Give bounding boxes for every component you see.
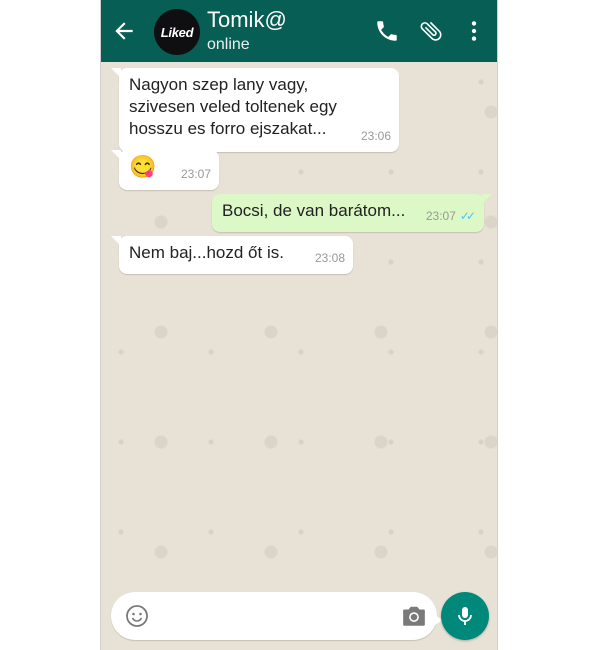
message-time: 23:07 xyxy=(425,209,456,223)
avatar[interactable]: Liked xyxy=(154,9,200,55)
message-text-line: Nagyon szep lany vagy, xyxy=(129,75,309,94)
phone-icon[interactable] xyxy=(374,18,400,44)
message-time: 23:06 xyxy=(360,129,391,143)
chat-header: Liked Tomik@ online xyxy=(101,0,497,62)
microphone-icon xyxy=(458,607,472,625)
more-vert-icon[interactable] xyxy=(461,18,487,44)
read-receipt-icon: ✓✓ xyxy=(459,209,476,223)
contact-status: online xyxy=(207,36,250,53)
message-text: Bocsi, de van barátom... xyxy=(222,201,406,220)
emoji-message: 😋 xyxy=(129,154,157,179)
chat-screen: Liked Tomik@ online Nagyon szep lany vag… xyxy=(101,0,497,650)
message-text: Nem baj...hozd őt is. xyxy=(129,243,284,262)
message-bubble-incoming[interactable]: Nem baj...hozd őt is. 23:08 xyxy=(111,236,353,274)
message-time: 23:08 xyxy=(314,251,345,265)
paperclip-icon[interactable] xyxy=(418,18,444,44)
back-arrow-icon[interactable] xyxy=(111,18,137,44)
message-bubble-incoming[interactable]: 😋 23:07 xyxy=(111,150,219,190)
message-composer xyxy=(111,592,443,640)
message-text-line: hosszu es forro ejszakat... xyxy=(129,119,327,138)
microphone-button[interactable] xyxy=(441,592,489,640)
message-bubble-incoming[interactable]: Nagyon szep lany vagy, szivesen veled to… xyxy=(111,68,399,152)
message-bubble-outgoing[interactable]: Bocsi, de van barátom... 23:07 ✓✓ xyxy=(212,194,492,232)
message-time: 23:07 xyxy=(180,167,211,181)
avatar-logo-text: Liked xyxy=(160,24,194,40)
message-input[interactable] xyxy=(159,602,393,632)
camera-icon[interactable] xyxy=(401,604,427,628)
message-text-line: szivesen veled toltenek egy xyxy=(129,97,337,116)
emoji-icon[interactable] xyxy=(125,604,149,628)
message-time-status: 23:07 ✓✓ xyxy=(425,205,476,227)
contact-name[interactable]: Tomik@ xyxy=(207,7,287,33)
